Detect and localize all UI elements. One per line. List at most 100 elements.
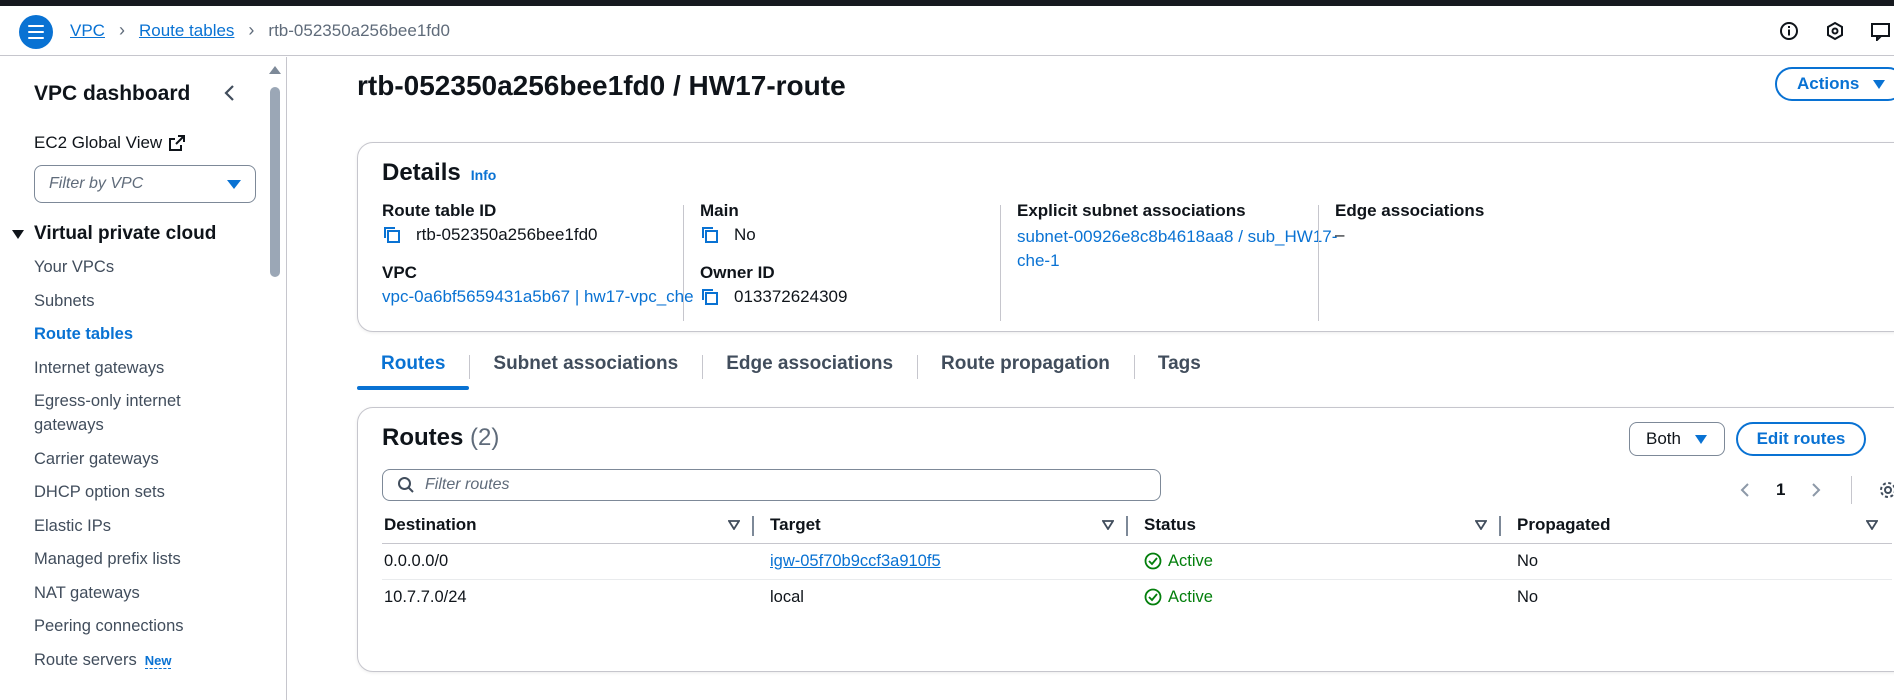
cell-target: igw-05f70b9ccf3a910f5 (754, 543, 1128, 580)
actions-label: Actions (1797, 74, 1860, 93)
main-label: Main (700, 201, 739, 220)
vpc-filter-select[interactable]: Filter by VPC (34, 165, 256, 203)
pagination: 1 (1740, 476, 1894, 504)
explicit-subnet-link[interactable]: subnet-00926e8c8b4618aa8 / sub_HW17- che… (1017, 225, 1337, 273)
routes-title: Routes (382, 424, 464, 451)
column-label: Status (1144, 515, 1196, 535)
menu-button[interactable] (19, 15, 53, 49)
tab-tags[interactable]: Tags (1133, 347, 1225, 387)
column-header-target[interactable]: Target (754, 508, 1128, 544)
sidebar-item-peering-connections[interactable]: Peering connections (34, 614, 234, 638)
sidebar-item-dhcp-option-sets[interactable]: DHCP option sets (34, 480, 234, 504)
table-row: 10.7.7.0/24 local Active No (382, 579, 1892, 615)
tab-route-propagation[interactable]: Route propagation (917, 347, 1134, 387)
info-icon[interactable] (1776, 18, 1802, 44)
column-label: Target (770, 515, 821, 535)
route-table-id-label: Route table ID (382, 201, 497, 220)
details-col-4: Edge associations – (1335, 201, 1484, 263)
explicit-subnet-line-2: che-1 (1017, 251, 1060, 270)
settings-icon[interactable] (1822, 18, 1848, 44)
main-value: No (700, 225, 847, 245)
sidebar-title[interactable]: VPC dashboard (34, 82, 190, 106)
routes-heading: Routes (2) (382, 424, 499, 452)
sidebar-item-route-tables[interactable]: Route tables (34, 322, 234, 346)
copy-icon[interactable] (382, 225, 402, 245)
sidebar-section-virtual-private-cloud[interactable]: Virtual private cloud (12, 223, 216, 245)
copy-icon[interactable] (700, 225, 720, 245)
page-number[interactable]: 1 (1776, 480, 1785, 500)
sidebar-item-route-servers[interactable]: Route servers New (34, 648, 234, 673)
scrollbar-thumb[interactable] (270, 87, 280, 277)
details-card: Details Info Route table ID rtb-052350a2… (357, 142, 1894, 332)
chevron-right-icon: › (248, 20, 255, 40)
tab-routes[interactable]: Routes (357, 347, 470, 390)
cell-propagated: No (1501, 543, 1892, 580)
column-header-propagated[interactable]: Propagated (1501, 508, 1892, 544)
explicit-subnet-label: Explicit subnet associations (1017, 201, 1246, 220)
cell-status: Active (1128, 543, 1501, 580)
actions-button[interactable]: Actions (1775, 67, 1894, 101)
sidebar-list: Your VPCs Subnets Route tables Internet … (34, 255, 234, 682)
tab-subnet-associations[interactable]: Subnet associations (469, 347, 702, 387)
info-link[interactable]: Info (471, 167, 497, 183)
tabs: Routes Subnet associations Edge associat… (357, 347, 1225, 390)
top-icons (1776, 18, 1894, 44)
edge-associations-label: Edge associations (1335, 201, 1485, 220)
sidebar-item-carrier-gateways[interactable]: Carrier gateways (34, 447, 234, 471)
routes-table: Destination Target Status Propagated 0.0… (382, 508, 1892, 615)
explicit-subnet-line-1: subnet-00926e8c8b4618aa8 / sub_HW17- (1017, 227, 1338, 246)
routes-count: (2) (470, 424, 500, 451)
divider (683, 205, 684, 321)
edit-routes-button[interactable]: Edit routes (1736, 422, 1866, 456)
divider (1318, 205, 1319, 321)
cell-destination: 0.0.0.0/0 (382, 543, 754, 580)
filter-routes-input[interactable]: Filter routes (382, 469, 1161, 501)
main-content: rtb-052350a256bee1fd0 / HW17-route Actio… (288, 57, 1894, 700)
route-table-id: rtb-052350a256bee1fd0 (416, 225, 598, 244)
sort-icon[interactable] (728, 520, 740, 530)
details-heading: Details Info (382, 159, 496, 187)
details-title: Details (382, 159, 461, 186)
cell-propagated: No (1517, 587, 1539, 606)
search-icon (398, 477, 414, 493)
sidebar-item-nat-gateways[interactable]: NAT gateways (34, 581, 234, 605)
column-header-destination[interactable]: Destination (382, 508, 754, 544)
tab-edge-associations[interactable]: Edge associations (702, 347, 917, 387)
caret-down-icon (12, 229, 24, 239)
external-link-icon (169, 135, 186, 151)
sort-icon[interactable] (1866, 520, 1878, 530)
breadcrumb-route-tables[interactable]: Route tables (139, 21, 234, 41)
sidebar-item-internet-gateways[interactable]: Internet gateways (34, 356, 234, 380)
cell-status: Active (1128, 579, 1501, 615)
owner-id-label: Owner ID (700, 263, 775, 282)
feedback-icon[interactable] (1868, 18, 1894, 44)
chevron-right-icon: › (118, 20, 125, 40)
sidebar-item-subnets[interactable]: Subnets (34, 289, 234, 313)
sidebar-item-managed-prefix-lists[interactable]: Managed prefix lists (34, 547, 234, 571)
sidebar-item-egress-only-internet-gateways[interactable]: Egress-only internet gateways (34, 389, 234, 437)
vpc-label: VPC (382, 263, 417, 282)
column-header-status[interactable]: Status (1128, 508, 1501, 544)
gear-icon[interactable] (1878, 480, 1894, 500)
sidebar-item-elastic-ips[interactable]: Elastic IPs (34, 514, 234, 538)
sidebar-scrollbar[interactable] (268, 62, 282, 700)
sort-icon[interactable] (1475, 520, 1487, 530)
copy-icon[interactable] (700, 287, 720, 307)
sidebar-item-your-vpcs[interactable]: Your VPCs (34, 255, 234, 279)
route-filter-select[interactable]: Both (1629, 422, 1725, 456)
page-title: rtb-052350a256bee1fd0 / HW17-route (357, 70, 846, 101)
breadcrumb-vpc[interactable]: VPC (70, 21, 105, 41)
chevron-right-icon[interactable] (1811, 482, 1821, 498)
status-badge: Active (1144, 552, 1501, 571)
sort-icon[interactable] (1102, 520, 1114, 530)
new-badge: New (144, 652, 172, 669)
vpc-link[interactable]: vpc-0a6bf5659431a5b67 | hw17-vpc_che (382, 287, 694, 307)
sidebar-section-label: Virtual private cloud (34, 223, 217, 244)
scroll-up-icon[interactable] (269, 66, 281, 74)
chevron-left-icon[interactable] (1740, 482, 1750, 498)
status-text: Active (1168, 587, 1213, 606)
target-link[interactable]: igw-05f70b9ccf3a910f5 (770, 552, 941, 570)
collapse-icon[interactable] (220, 83, 240, 103)
sidebar-item-ec2-global-view[interactable]: EC2 Global View (34, 133, 186, 153)
divider (1851, 476, 1853, 504)
